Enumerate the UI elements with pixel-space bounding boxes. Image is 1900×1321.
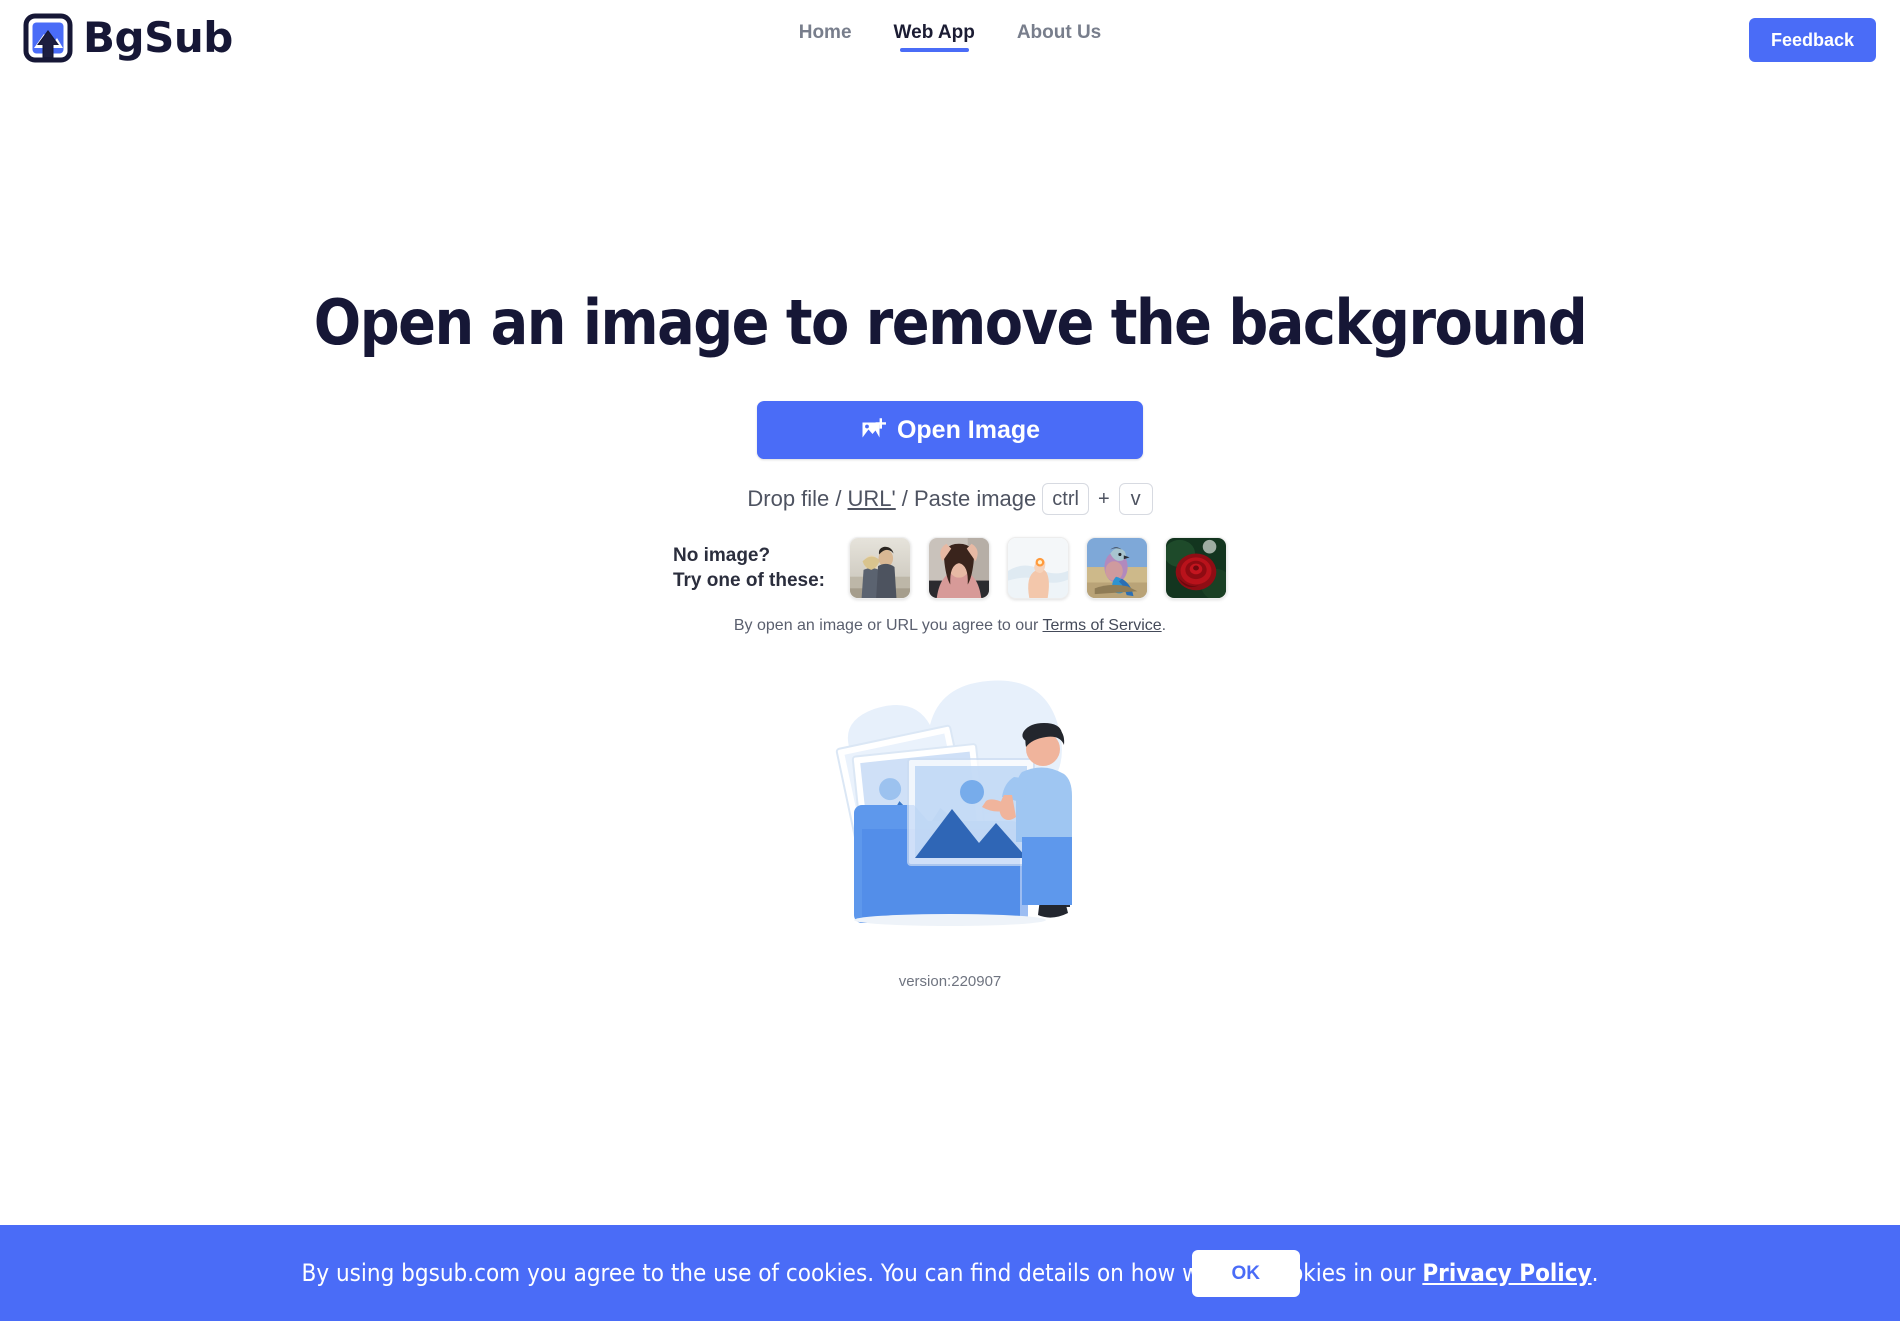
open-image-button-label: Open Image (896, 415, 1041, 444)
key-ctrl: ctrl (1042, 483, 1089, 516)
url-link[interactable]: URL' (848, 486, 896, 512)
privacy-policy-link[interactable]: Privacy Policy (1422, 1259, 1591, 1287)
woman-portrait-thumbnail[interactable] (928, 537, 991, 600)
key-plus-symbol: + (1097, 487, 1110, 510)
feedback-button[interactable]: Feedback (1748, 18, 1876, 62)
cookie-text-after: . (1591, 1259, 1599, 1287)
sample-label-line-2: Try one of these: (672, 570, 826, 592)
nav-item-home[interactable]: Home (799, 22, 852, 54)
main-navigation: Home Web App About Us (0, 22, 1900, 54)
terms-text-before: By open an image or URL you agree to our (733, 617, 1043, 635)
cookie-consent-text: By using bgsub.com you agree to the use … (302, 1259, 1599, 1287)
terms-text-after: . (1161, 617, 1167, 635)
page-headline: Open an image to remove the background (313, 286, 1588, 359)
sample-label-line-1: No image? (672, 545, 771, 567)
lilac-breasted-roller-bird-thumbnail[interactable] (1086, 537, 1149, 600)
add-image-icon (860, 416, 888, 444)
cookie-accept-button[interactable]: OK (1191, 1249, 1300, 1297)
drop-hint-middle: / Paste image (901, 486, 1037, 512)
cookie-consent-banner: By using bgsub.com you agree to the use … (0, 1225, 1900, 1321)
terms-of-service-link[interactable]: Terms of Service (1043, 617, 1162, 634)
sample-images-label: No image? Try one of these: (673, 543, 825, 593)
red-rose-thumbnail[interactable] (1165, 537, 1228, 600)
person-with-photos-folder-illustration (800, 677, 1100, 927)
sample-images-row: No image? Try one of these: (673, 537, 1228, 600)
drop-hint-prefix: Drop file / (747, 486, 842, 512)
nav-item-web-app[interactable]: Web App (894, 22, 975, 54)
nav-item-about-us[interactable]: About Us (1017, 22, 1101, 54)
main-content: Open an image to remove the background O… (0, 82, 1900, 990)
open-image-button[interactable]: Open Image (757, 401, 1143, 460)
site-header: BgSub Home Web App About Us Feedback (0, 0, 1900, 82)
terms-of-service-line: By open an image or URL you agree to our… (734, 617, 1166, 635)
key-v: v (1118, 483, 1153, 516)
drop-hint-row: Drop file / URL' / Paste image ctrl + v (747, 483, 1153, 516)
couple-on-beach-thumbnail[interactable] (849, 537, 912, 600)
version-label: version:220907 (898, 973, 1002, 991)
hand-holding-light-thumbnail[interactable] (1007, 537, 1070, 600)
